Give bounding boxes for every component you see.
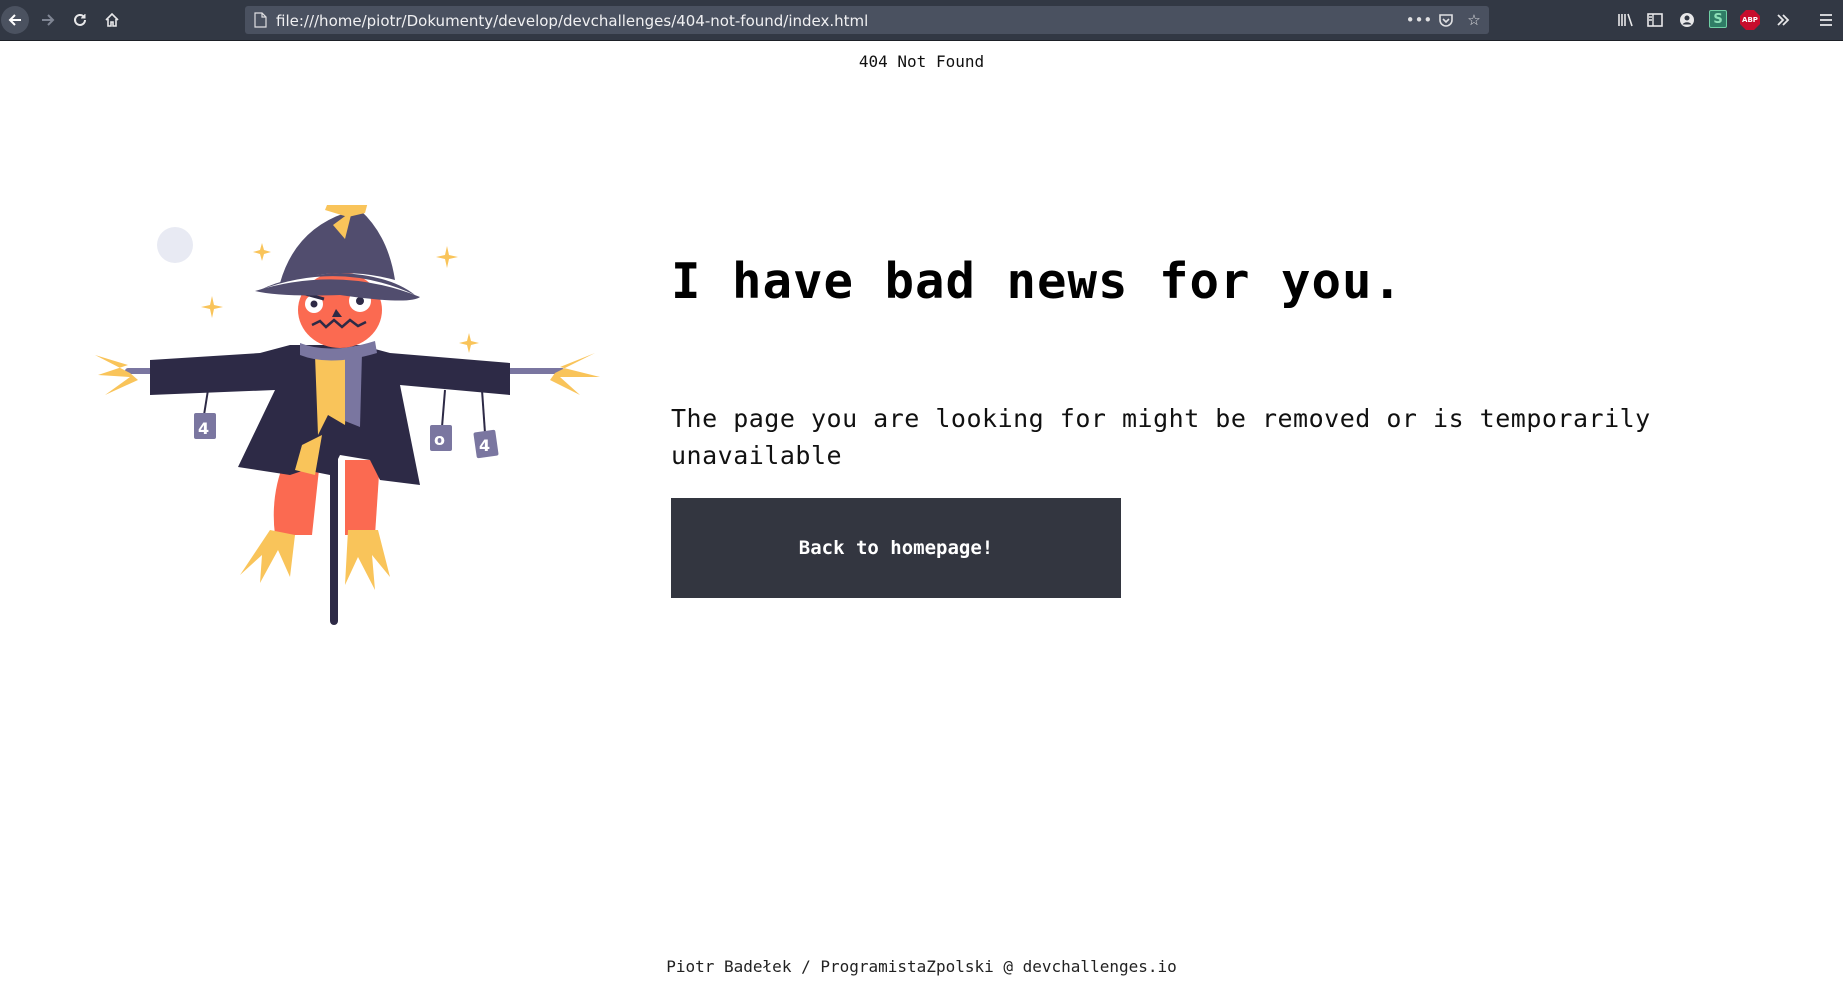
footer-credit: Piotr Badełek / ProgramistaZpolski @ dev… — [666, 957, 1177, 976]
adblock-label: ABP — [1742, 16, 1758, 24]
s-extension-icon[interactable]: S — [1709, 10, 1727, 28]
library-icon[interactable] — [1612, 6, 1640, 34]
forward-icon — [42, 14, 55, 26]
back-button[interactable] — [1, 6, 29, 34]
page-icon — [254, 12, 267, 28]
url-text[interactable]: file:///home/piotr/Dokumenty/develop/dev… — [276, 12, 868, 30]
headline: I have bad news for you. — [671, 253, 1404, 310]
back-to-homepage-button[interactable]: Back to homepage! — [671, 498, 1121, 598]
forward-button[interactable] — [34, 6, 62, 34]
home-icon — [105, 12, 119, 27]
scarecrow-illustration: 4 o 4 — [95, 205, 600, 625]
adblock-icon[interactable]: ABP — [1740, 10, 1760, 30]
browser-toolbar: file:///home/piotr/Dokumenty/develop/dev… — [0, 0, 1843, 41]
svg-text:o: o — [434, 430, 445, 449]
error-message: The page you are looking for might be re… — [671, 404, 1651, 470]
reload-button[interactable] — [66, 6, 94, 34]
more-icon[interactable]: ••• — [1406, 10, 1433, 30]
reload-icon — [74, 13, 86, 26]
bookmark-star-icon[interactable]: ☆ — [1463, 10, 1485, 30]
overflow-icon[interactable] — [1769, 6, 1797, 34]
page-top-title: 404 Not Found — [858, 52, 985, 71]
pocket-icon[interactable] — [1435, 10, 1457, 30]
svg-text:4: 4 — [198, 419, 209, 438]
home-button[interactable] — [98, 6, 126, 34]
s-extension-label: S — [1713, 11, 1723, 27]
menu-icon[interactable] — [1812, 6, 1840, 34]
sidebar-icon[interactable] — [1641, 6, 1669, 34]
svg-text:4: 4 — [479, 436, 490, 455]
back-icon — [8, 14, 21, 26]
url-bar[interactable]: file:///home/piotr/Dokumenty/develop/dev… — [245, 6, 1489, 34]
account-icon[interactable] — [1673, 6, 1701, 34]
